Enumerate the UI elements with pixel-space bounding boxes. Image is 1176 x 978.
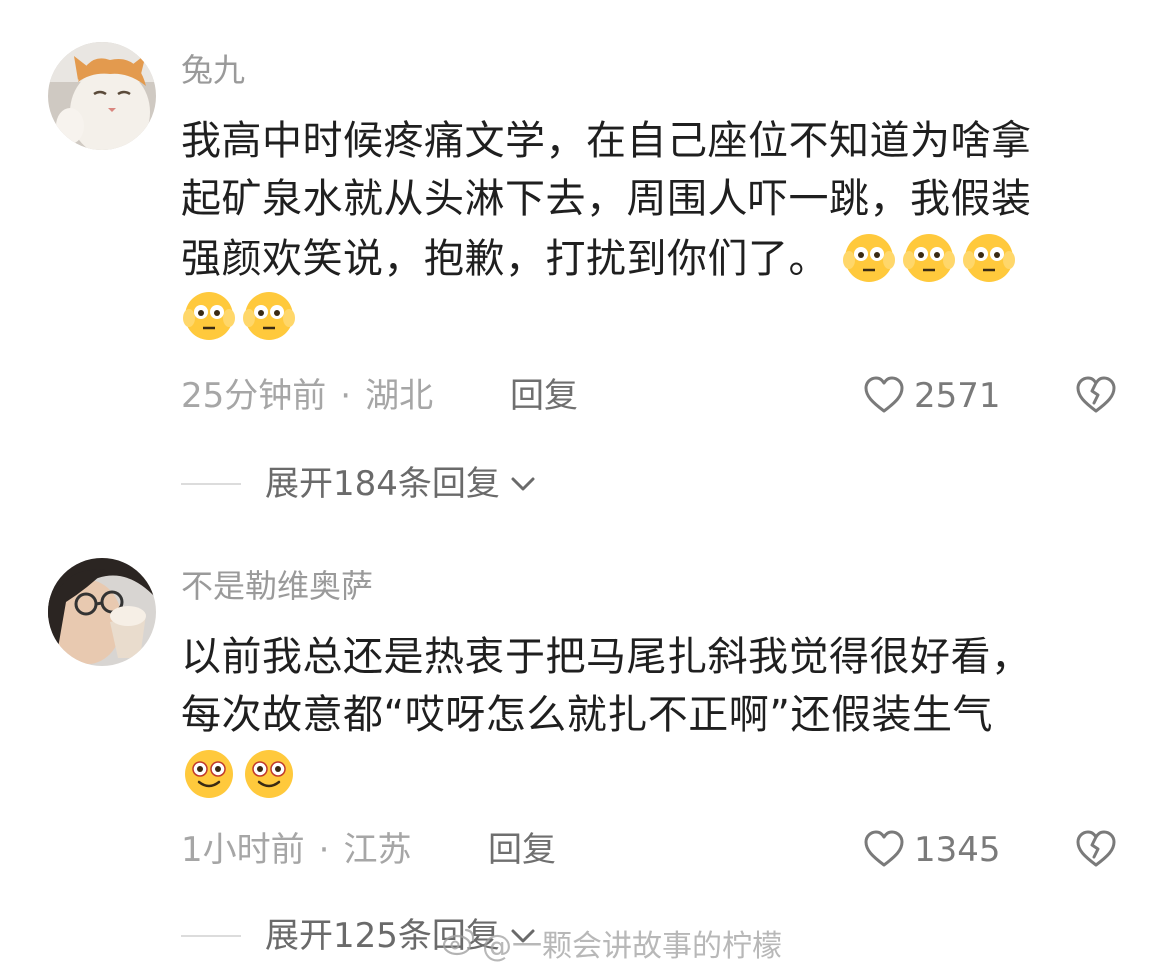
comment-line: 我高中时候疼痛文学，在自己座位不知道为啥拿 [181, 118, 1032, 164]
comment-text: 以前我总还是热衷于把马尾扎斜我觉得很好看， 每次故意都“哎呀怎么就扎不正啊”还假… [181, 628, 1141, 802]
chevron-down-icon [500, 469, 538, 499]
comment-meta: 25分钟前 · 湖北 [181, 374, 433, 418]
location: 湖北 [365, 376, 434, 416]
broken-heart-icon[interactable] [1074, 374, 1118, 418]
reply-button[interactable]: 回复 [510, 374, 578, 418]
comment-line [181, 744, 1141, 802]
flushed-emoji-icon [901, 228, 957, 284]
like-button[interactable]: 1345 [862, 828, 1001, 872]
flushed-emoji-icon [841, 228, 897, 284]
location: 江苏 [343, 830, 412, 870]
like-count: 2571 [914, 376, 1001, 416]
timestamp: 25分钟前 [181, 376, 327, 416]
divider-line [181, 935, 241, 937]
heart-icon [862, 828, 906, 872]
like-button[interactable]: 2571 [862, 374, 1001, 418]
watermark: @一颗会讲故事的柠檬 [442, 926, 782, 967]
divider-line [181, 483, 241, 485]
flushed-emoji-icon [961, 228, 1017, 284]
weibo-logo-icon [442, 926, 476, 967]
timestamp: 1小时前 [181, 830, 305, 870]
avatar[interactable] [48, 558, 156, 666]
expand-replies-label: 展开184条回复 [265, 464, 500, 504]
flushed-emoji-icon [181, 286, 237, 342]
like-count: 1345 [914, 830, 1001, 870]
separator-dot: · [318, 830, 330, 870]
reply-button[interactable]: 回复 [488, 828, 556, 872]
comment-text: 我高中时候疼痛文学，在自己座位不知道为啥拿 起矿泉水就从头淋下去，周围人吓一跳，… [181, 112, 1141, 344]
comment-line: 每次故意都“哎呀怎么就扎不正啊”还假装生气 [181, 692, 993, 738]
smile-emoji-icon [181, 744, 237, 800]
comment-line: 起矿泉水就从头淋下去，周围人吓一跳，我假装 [181, 176, 1032, 222]
broken-heart-icon[interactable] [1074, 828, 1118, 872]
avatar[interactable] [48, 42, 156, 150]
comment-line [181, 286, 1141, 344]
watermark-text: @一颗会讲故事的柠檬 [482, 928, 782, 964]
comment-line: 强颜欢笑说，抱歉，打扰到你们了。 [181, 228, 1141, 286]
separator-dot: · [340, 376, 352, 416]
expand-replies-button[interactable]: 展开184条回复 [181, 462, 538, 506]
comment-meta: 1小时前 · 江苏 [181, 828, 411, 872]
comment-line: 以前我总还是热衷于把马尾扎斜我觉得很好看， [181, 634, 1032, 680]
username[interactable]: 兔九 [181, 50, 245, 90]
comment-line-text: 强颜欢笑说，抱歉，打扰到你们了。 [181, 236, 829, 282]
username[interactable]: 不是勒维奥萨 [181, 566, 373, 606]
smile-emoji-icon [241, 744, 297, 800]
heart-icon [862, 374, 906, 418]
flushed-emoji-icon [241, 286, 297, 342]
